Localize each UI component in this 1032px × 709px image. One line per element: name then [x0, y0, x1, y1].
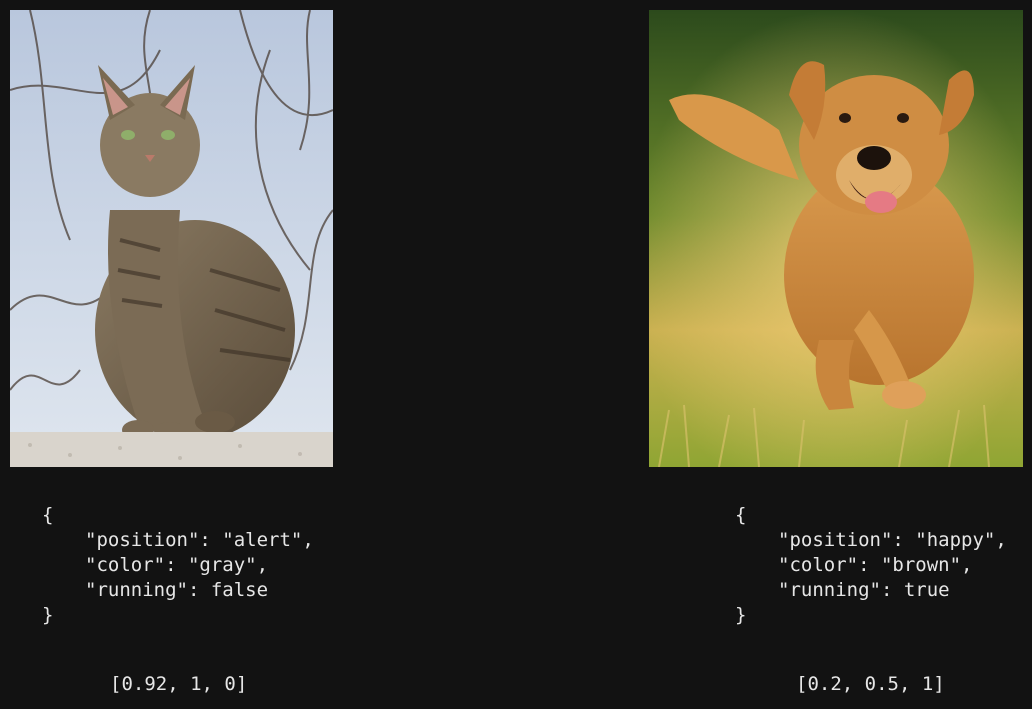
cat-vector-wrap: [0.92, 1, 0]	[10, 0, 333, 709]
dog-vector: [0.2, 0.5, 1]	[796, 673, 945, 695]
dog-vector-wrap: [0.2, 0.5, 1]	[649, 0, 1023, 709]
cat-vector: [0.92, 1, 0]	[110, 673, 248, 695]
